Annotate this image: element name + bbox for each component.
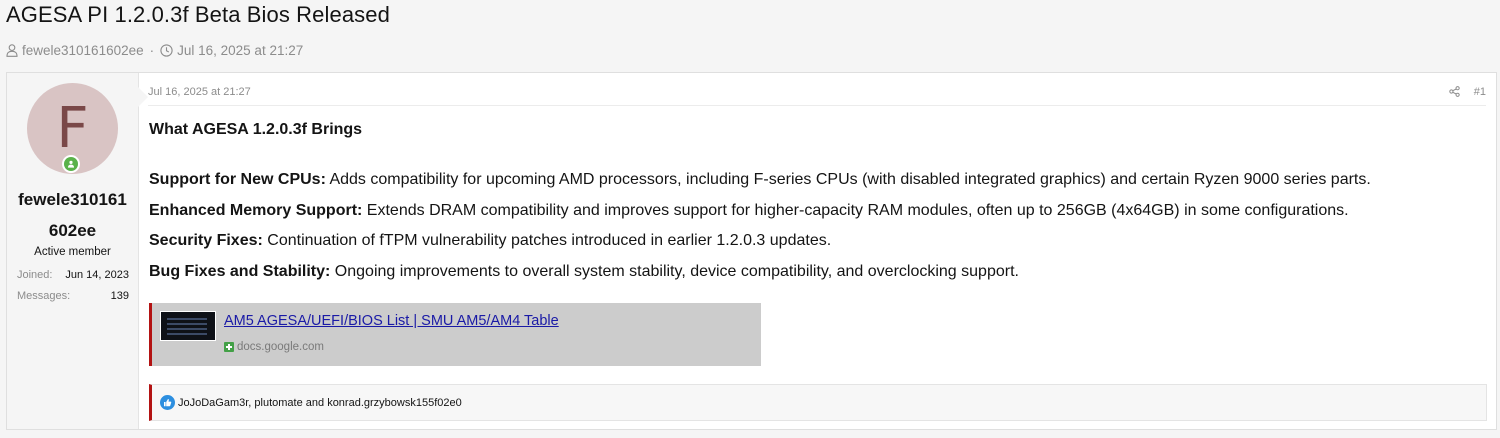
share-icon[interactable] xyxy=(1449,86,1460,100)
point-label: Bug Fixes and Stability: xyxy=(149,262,331,280)
link-embed-card[interactable]: AM5 AGESA/UEFI/BIOS List | SMU AM5/AM4 T… xyxy=(149,303,761,366)
messages-label: Messages: xyxy=(17,290,71,302)
reactions-list-link[interactable]: JoJoDaGam3r, plutomate and konrad.grzybo… xyxy=(178,397,462,409)
embed-domain-text: docs.google.com xyxy=(237,341,324,353)
thread-meta: fewele310161602ee · Jul 16, 2025 at 21:2… xyxy=(6,43,303,58)
user-info-panel: F fewele310161 602ee Active member Joine… xyxy=(7,73,139,429)
reactions-bar: JoJoDaGam3r, plutomate and konrad.grzybo… xyxy=(149,384,1487,421)
embed-domain: docs.google.com xyxy=(224,341,324,353)
embed-thumbnail[interactable] xyxy=(160,311,216,341)
post-points: Support for New CPUs: Adds compatibility… xyxy=(149,165,1476,287)
point-text: Adds compatibility for upcoming AMD proc… xyxy=(325,171,1371,188)
user-icon xyxy=(6,44,18,57)
embed-title-link[interactable]: AM5 AGESA/UEFI/BIOS List | SMU AM5/AM4 T… xyxy=(224,313,559,329)
post-date-link[interactable]: Jul 16, 2025 at 21:27 xyxy=(148,86,251,98)
thread-title: AGESA PI 1.2.0.3f Beta Bios Released xyxy=(6,2,390,27)
post-point: Support for New CPUs: Adds compatibility… xyxy=(149,165,1476,196)
user-title: Active member xyxy=(34,246,111,258)
user-panel-arrow xyxy=(138,87,148,107)
joined-label: Joined: xyxy=(17,269,53,281)
post-heading: What AGESA 1.2.0.3f Brings xyxy=(149,121,363,138)
meta-separator: · xyxy=(149,43,155,58)
post-body: What AGESA 1.2.0.3f Brings Support for N… xyxy=(149,121,1476,287)
post-point: Enhanced Memory Support: Extends DRAM co… xyxy=(149,196,1476,227)
post-container: F fewele310161 602ee Active member Joine… xyxy=(6,72,1497,430)
point-text: Extends DRAM compatibility and improves … xyxy=(362,201,1349,219)
post-point: Bug Fixes and Stability: Ongoing improve… xyxy=(149,257,1476,288)
point-label: Support for New CPUs: xyxy=(149,171,326,188)
username-line-1: fewele310161 xyxy=(18,190,127,209)
online-indicator-icon xyxy=(62,155,80,173)
user-messages-row: Messages: 139 xyxy=(17,290,129,302)
point-text: Ongoing improvements to overall system s… xyxy=(330,262,1019,280)
point-text: Continuation of fTPM vulnerability patch… xyxy=(262,232,832,249)
username-line-2: 602ee xyxy=(48,221,97,240)
username-link[interactable]: fewele310161 602ee xyxy=(7,184,138,246)
point-label: Enhanced Memory Support: xyxy=(149,201,363,219)
post-number-link[interactable]: #1 xyxy=(1474,86,1486,98)
like-icon[interactable] xyxy=(160,395,175,410)
user-joined-row: Joined: Jun 14, 2023 xyxy=(17,269,129,281)
messages-value[interactable]: 139 xyxy=(111,290,129,302)
post-header: Jul 16, 2025 at 21:27 #1 xyxy=(148,83,1486,106)
post-point: Security Fixes: Continuation of fTPM vul… xyxy=(149,226,1476,257)
point-label: Security Fixes: xyxy=(149,232,263,249)
google-docs-icon xyxy=(224,342,234,352)
thread-author-link[interactable]: fewele310161602ee xyxy=(22,43,144,58)
joined-value: Jun 14, 2023 xyxy=(65,269,129,281)
thread-date-link[interactable]: Jul 16, 2025 at 21:27 xyxy=(177,43,303,58)
clock-icon xyxy=(160,44,173,57)
